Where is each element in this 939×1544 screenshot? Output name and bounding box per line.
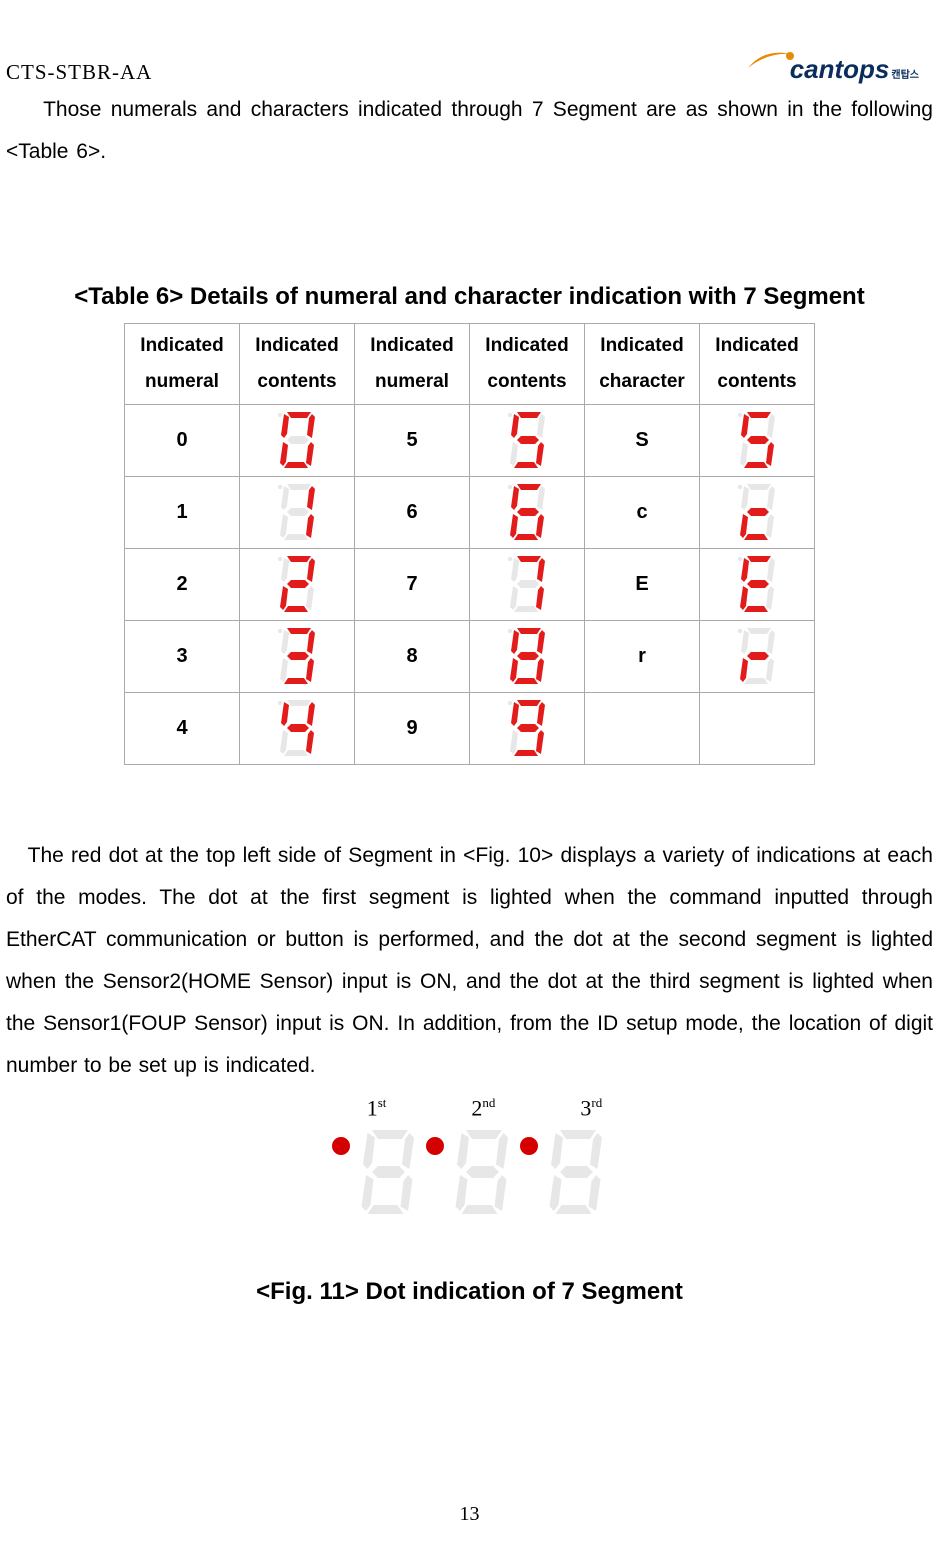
cell-contents-b xyxy=(470,693,585,765)
th-3: Indicated contents xyxy=(470,324,585,405)
figure-11-caption: <Fig. 11> Dot indication of 7 Segment xyxy=(0,1278,939,1306)
table-row: 3 8 r xyxy=(125,621,815,693)
ordinal-1: 1st xyxy=(367,1095,387,1121)
fig11-digits-row xyxy=(0,1124,939,1223)
cell-numeral-b: 7 xyxy=(355,549,470,621)
cell-contents-a xyxy=(240,621,355,693)
figure-11: 1st 2nd 3rd xyxy=(0,1095,939,1222)
cell-contents-c xyxy=(700,477,815,549)
paragraph-2: The red dot at the top left side of Segm… xyxy=(0,835,939,1087)
cell-character: E xyxy=(585,549,700,621)
cell-numeral-a: 4 xyxy=(125,693,240,765)
cell-contents-c xyxy=(700,693,815,765)
cell-contents-b xyxy=(470,477,585,549)
table-row: 2 7 E xyxy=(125,549,815,621)
cell-numeral-a: 1 xyxy=(125,477,240,549)
table-row: 1 6 c xyxy=(125,477,815,549)
th-4: Indicated character xyxy=(585,324,700,405)
intro-text: Those numerals and characters indicated … xyxy=(6,98,933,163)
seven-segment-digit-off xyxy=(448,1124,514,1223)
cell-contents-a xyxy=(240,477,355,549)
doc-code: CTS-STBR-AA xyxy=(0,10,152,85)
logo-kr: 캔탑스 xyxy=(891,66,919,81)
cell-numeral-a: 0 xyxy=(125,405,240,477)
cell-numeral-a: 3 xyxy=(125,621,240,693)
logo-swoosh-icon xyxy=(746,46,796,74)
red-dot-icon xyxy=(332,1137,350,1155)
cell-contents-c xyxy=(700,549,815,621)
company-logo: cantops 캔탑스 xyxy=(746,46,919,85)
cell-contents-c xyxy=(700,405,815,477)
cell-contents-a xyxy=(240,549,355,621)
cell-contents-b xyxy=(470,405,585,477)
cell-contents-b xyxy=(470,621,585,693)
ordinal-2: 2nd xyxy=(471,1095,495,1121)
cell-numeral-b: 9 xyxy=(355,693,470,765)
th-0: Indicated numeral xyxy=(125,324,240,405)
cell-numeral-b: 8 xyxy=(355,621,470,693)
table-header-row: Indicated numeral Indicated contents Ind… xyxy=(125,324,815,405)
cell-numeral-b: 5 xyxy=(355,405,470,477)
fig11-ordinal-labels: 1st 2nd 3rd xyxy=(30,1095,939,1121)
table-row: 0 5 S xyxy=(125,405,815,477)
ordinal-3: 3rd xyxy=(580,1095,602,1121)
th-2: Indicated numeral xyxy=(355,324,470,405)
cell-contents-a xyxy=(240,693,355,765)
th-5: Indicated contents xyxy=(700,324,815,405)
table-6-title: <Table 6> Details of numeral and charact… xyxy=(0,283,939,311)
seven-segment-table: Indicated numeral Indicated contents Ind… xyxy=(124,323,815,765)
cell-character xyxy=(585,693,700,765)
cell-numeral-a: 2 xyxy=(125,549,240,621)
red-dot-icon xyxy=(520,1137,538,1155)
th-1: Indicated contents xyxy=(240,324,355,405)
intro-paragraph: Those numerals and characters indicated … xyxy=(0,89,939,173)
cell-contents-b xyxy=(470,549,585,621)
logo-text: cantops xyxy=(790,54,890,85)
cell-numeral-b: 6 xyxy=(355,477,470,549)
cell-contents-a xyxy=(240,405,355,477)
para2-text: The red dot at the top left side of Segm… xyxy=(6,844,933,1077)
seven-segment-digit-off xyxy=(354,1124,420,1223)
page-header: CTS-STBR-AA cantops 캔탑스 xyxy=(0,0,939,85)
cell-character: S xyxy=(585,405,700,477)
page-number: 13 xyxy=(0,1503,939,1526)
cell-character: c xyxy=(585,477,700,549)
table-row: 49 xyxy=(125,693,815,765)
red-dot-icon xyxy=(426,1137,444,1155)
cell-character: r xyxy=(585,621,700,693)
seven-segment-digit-off xyxy=(542,1124,608,1223)
cell-contents-c xyxy=(700,621,815,693)
